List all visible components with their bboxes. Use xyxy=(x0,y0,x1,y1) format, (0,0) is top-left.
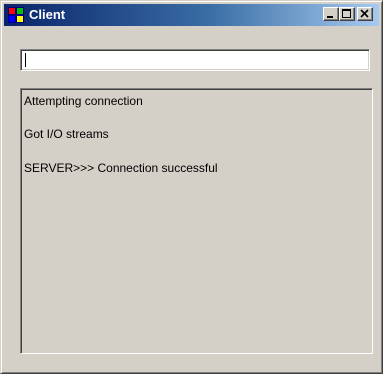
app-icon xyxy=(8,7,24,23)
text-caret xyxy=(25,53,26,67)
close-button[interactable] xyxy=(357,7,373,21)
output-line: Got I/O streams xyxy=(24,127,109,141)
client-window: Client Attempting connection Got I/O str… xyxy=(0,0,383,374)
maximize-button[interactable] xyxy=(339,7,355,21)
output-line: Attempting connection xyxy=(24,94,143,108)
output-text-area[interactable]: Attempting connection Got I/O streams SE… xyxy=(20,88,373,354)
output-line: SERVER>>> Connection successful xyxy=(24,161,218,175)
title-bar[interactable]: Client xyxy=(4,4,379,26)
minimize-button[interactable] xyxy=(323,7,339,21)
message-input[interactable] xyxy=(20,49,370,71)
window-title: Client xyxy=(29,7,66,22)
